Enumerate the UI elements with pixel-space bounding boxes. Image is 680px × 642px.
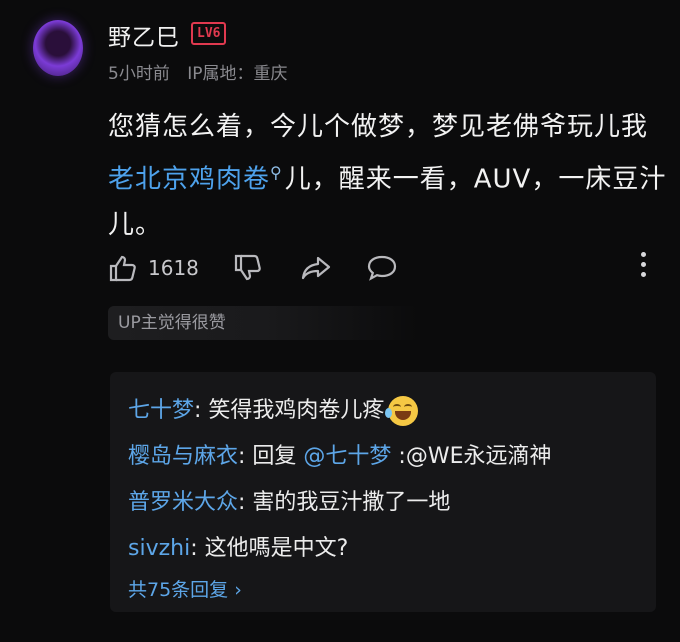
share-button[interactable]	[300, 248, 332, 288]
user-name[interactable]: 野乙巳	[108, 18, 180, 52]
search-icon[interactable]: ⚲	[270, 163, 283, 182]
comment-icon	[367, 255, 397, 281]
total-replies: 共75条回复	[128, 579, 229, 601]
replies-panel: 七十梦: 笑得我鸡肉卷儿疼 樱岛与麻衣: 回复 @七十梦 :@WE永远滴神 普罗…	[110, 372, 656, 612]
reply-author[interactable]: 普罗米大众	[128, 490, 238, 515]
level-badge: LV6	[191, 22, 227, 45]
reply-text: 笑得我鸡肉卷儿疼	[208, 398, 385, 423]
avatar[interactable]	[33, 20, 83, 76]
action-bar: 1618	[108, 248, 664, 288]
share-icon	[301, 256, 331, 280]
comment-meta: 5小时前 IP属地：重庆	[108, 59, 300, 84]
like-button[interactable]: 1618	[108, 248, 199, 288]
chevron-right-icon: ›	[234, 579, 242, 601]
reply-author[interactable]: 七十梦	[128, 398, 194, 423]
reply-author[interactable]: sivzhi	[128, 536, 190, 561]
reply-item[interactable]: sivzhi: 这他嗎是中文?	[128, 530, 348, 562]
like-count: 1618	[148, 256, 199, 280]
reply-mention[interactable]: @七十梦	[303, 444, 391, 469]
reply-author[interactable]: 樱岛与麻衣	[128, 444, 238, 469]
up-liked-tag: UP主觉得很赞	[108, 306, 418, 340]
reply-text: :@WE永远滴神	[391, 444, 552, 469]
thumbs-up-icon	[109, 255, 136, 282]
reply-text: 害的我豆汁撒了一地	[252, 490, 451, 515]
thumbs-down-icon	[234, 254, 261, 281]
ip-location: IP属地：重庆	[187, 64, 288, 84]
reply-button[interactable]	[366, 248, 398, 288]
reply-item[interactable]: 樱岛与麻衣: 回复 @七十梦 :@WE永远滴神	[128, 438, 552, 470]
view-all-replies-link[interactable]: 共75条回复 ›	[128, 575, 242, 602]
more-icon[interactable]	[641, 252, 646, 277]
reply-item[interactable]: 七十梦: 笑得我鸡肉卷儿疼	[128, 392, 419, 426]
search-keyword-link[interactable]: 老北京鸡肉卷	[108, 165, 270, 195]
comment-text: 您猜怎么着，今儿个做梦，梦见老佛爷玩儿我老北京鸡肉卷⚲儿，醒来一看，AUV，一床…	[108, 105, 668, 248]
reply-text: 这他嗎是中文?	[204, 536, 349, 561]
reply-item[interactable]: 普罗米大众: 害的我豆汁撒了一地	[128, 484, 450, 516]
laughing-crying-emoji-icon	[385, 396, 419, 426]
dislike-button[interactable]	[233, 248, 263, 288]
comment-time: 5小时前	[108, 64, 170, 84]
comment-text-part1: 您猜怎么着，今儿个做梦，梦见老佛爷玩儿我	[108, 112, 649, 142]
